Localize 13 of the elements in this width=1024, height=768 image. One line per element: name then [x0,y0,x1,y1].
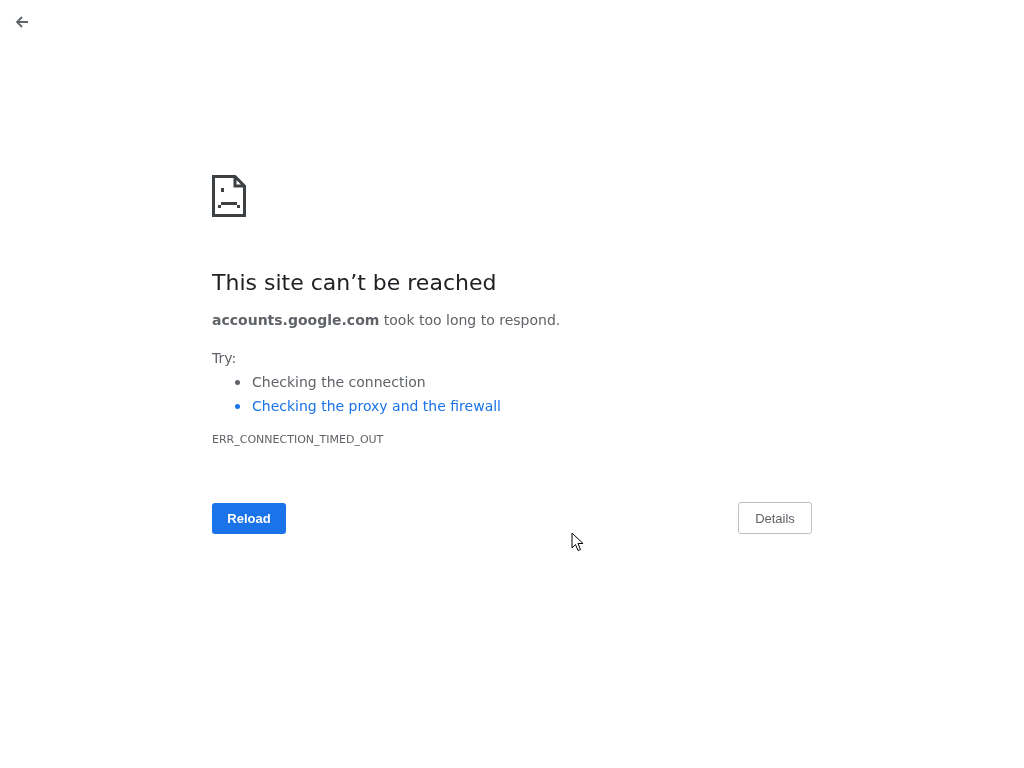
reload-button[interactable]: Reload [212,502,286,534]
try-label: Try: [212,349,237,368]
suggestion-text: Checking the connection [252,374,426,390]
error-heading: This site can’t be reached [212,269,497,297]
bullet-icon [235,379,240,385]
suggestion-link[interactable]: Checking the proxy and the firewall [252,398,501,414]
sad-document-icon [212,175,246,217]
error-summary: accounts.google.com took too long to respond. [212,311,561,330]
details-button[interactable]: Details [738,502,812,534]
bullet-icon [235,403,240,409]
mouse-pointer-icon [571,532,584,552]
back-arrow-icon[interactable] [14,14,30,30]
error-code: ERR_CONNECTION_TIMED_OUT [212,433,384,446]
